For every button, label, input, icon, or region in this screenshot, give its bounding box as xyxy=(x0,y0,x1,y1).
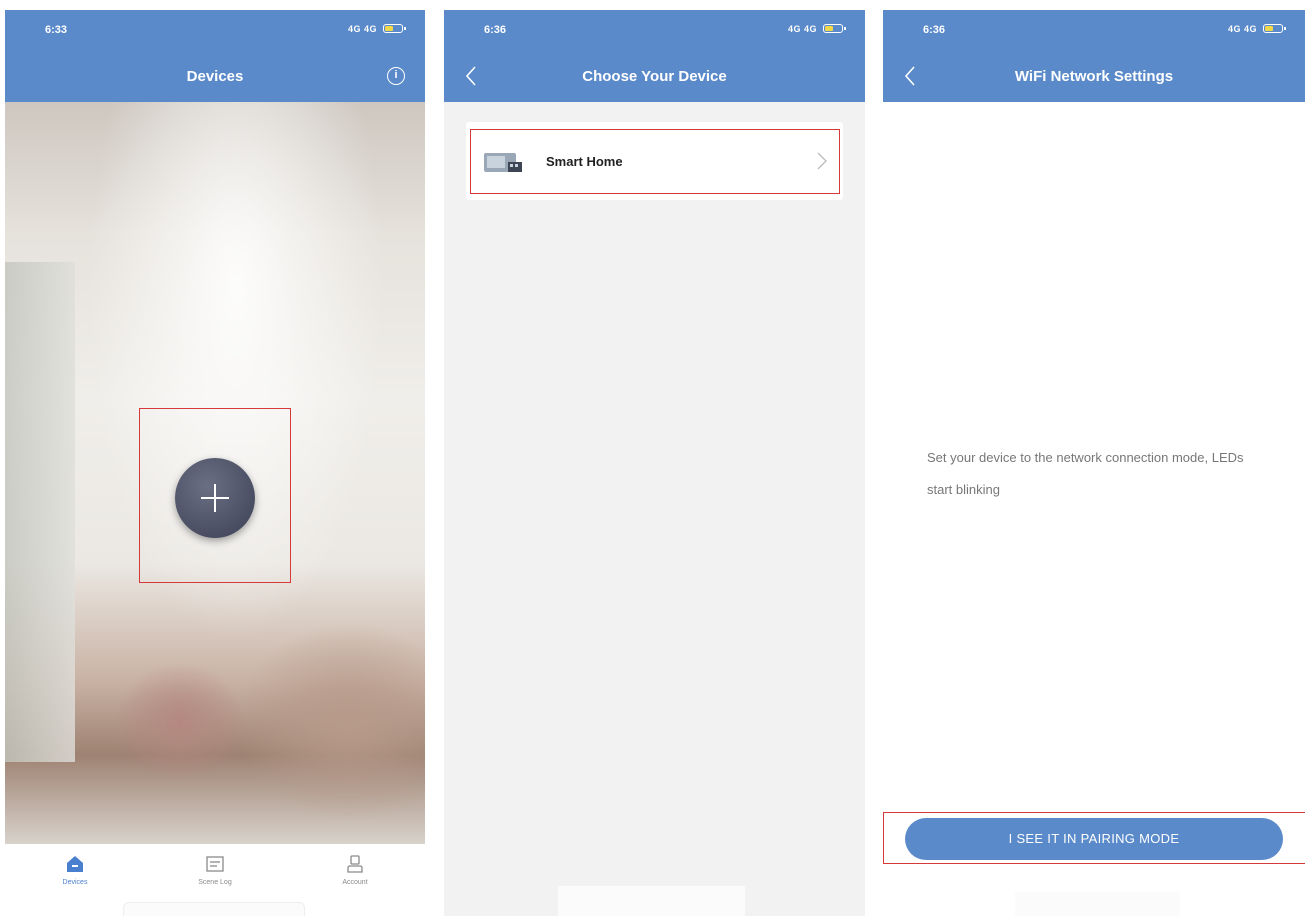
status-time: 6:33 xyxy=(45,24,68,36)
wifi-settings-screen: 6:36 4G 4G WiFi Network Settings Set you… xyxy=(883,10,1305,916)
choose-device-screen: 6:36 4G 4G Choose Your Device Smart Home xyxy=(444,10,865,916)
tab-account[interactable]: Account xyxy=(315,854,395,886)
background-blur-furniture xyxy=(235,622,425,822)
back-icon[interactable] xyxy=(462,64,482,88)
signal-indicator: 4G 4G xyxy=(787,24,817,34)
home-icon xyxy=(67,856,83,872)
bottom-sheet-peek xyxy=(123,902,305,916)
background-blur-cushion xyxy=(115,662,245,782)
battery-icon xyxy=(383,24,406,33)
signal-indicator: 4G 4G xyxy=(1227,24,1257,34)
back-icon[interactable] xyxy=(901,64,921,88)
scene-log-icon xyxy=(206,856,224,872)
header-bar: Choose Your Device xyxy=(444,50,865,102)
battery-icon xyxy=(823,24,846,33)
status-bar: 6:36 4G 4G xyxy=(444,10,865,50)
bottom-handle-area xyxy=(558,886,745,916)
page-title: Devices xyxy=(186,68,244,85)
tab-scene-log-label: Scene Log xyxy=(198,879,232,886)
account-icon xyxy=(347,855,363,873)
status-bar: 6:33 4G 4G xyxy=(5,10,425,50)
header-bar: WiFi Network Settings xyxy=(883,50,1305,102)
tab-scene-log[interactable]: Scene Log xyxy=(175,854,255,886)
tab-account-label: Account xyxy=(342,879,368,886)
signal-indicator: 4G 4G xyxy=(347,24,377,34)
status-bar: 6:36 4G 4G xyxy=(883,10,1305,50)
tab-devices-label: Devices xyxy=(62,879,88,886)
highlight-box xyxy=(883,812,1305,864)
highlight-box xyxy=(470,129,840,194)
battery-icon xyxy=(1263,24,1286,33)
pairing-instruction: Set your device to the network connectio… xyxy=(927,450,1244,497)
devices-screen: 6:33 4G 4G Devices i Devices Scene Log A… xyxy=(5,10,425,916)
info-icon[interactable]: i xyxy=(387,67,405,85)
page-title: Choose Your Device xyxy=(582,68,727,85)
background-blur-wall xyxy=(5,262,75,762)
page-title: WiFi Network Settings xyxy=(1014,68,1174,85)
tab-devices[interactable]: Devices xyxy=(35,854,115,886)
highlight-box xyxy=(139,408,291,583)
status-time: 6:36 xyxy=(923,24,946,36)
header-bar: Devices i xyxy=(5,50,425,102)
bottom-handle-area xyxy=(1015,892,1180,916)
bottom-tab-bar: Devices Scene Log Account xyxy=(5,844,425,916)
status-time: 6:36 xyxy=(484,24,507,36)
